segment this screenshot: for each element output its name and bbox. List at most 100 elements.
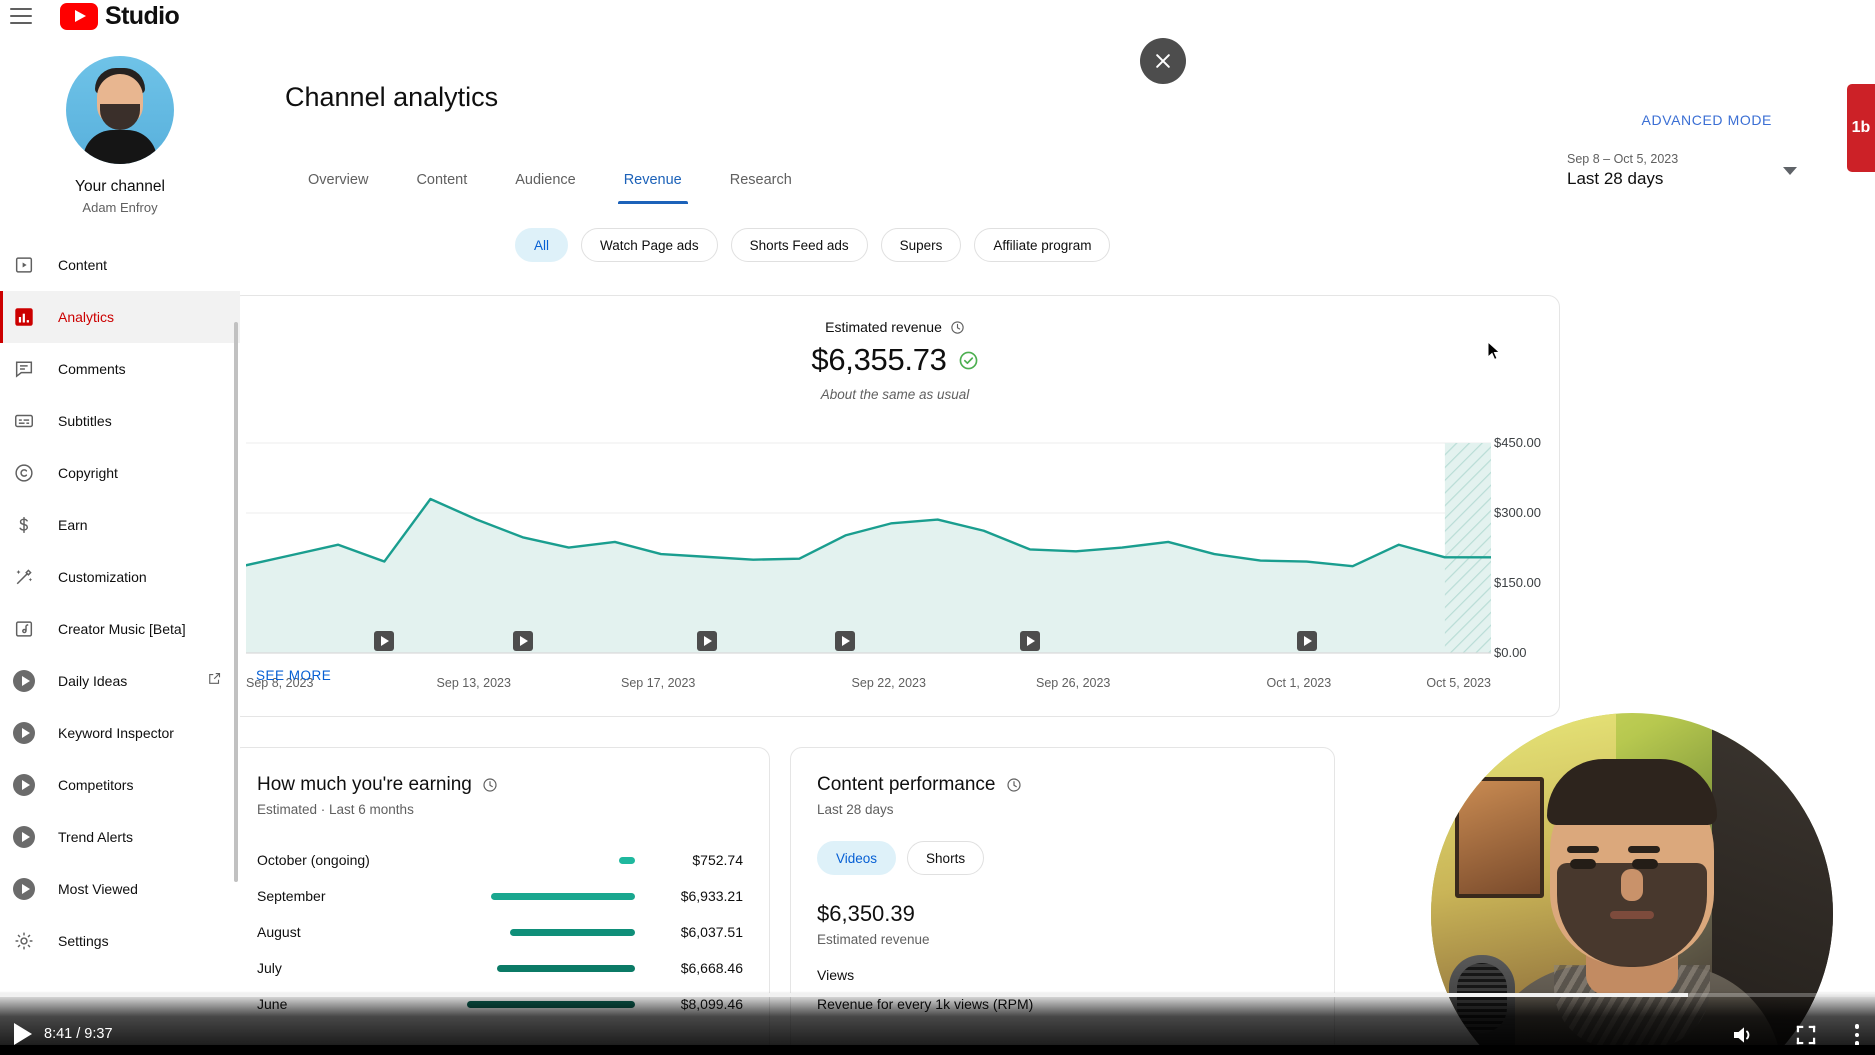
advanced-mode-link[interactable]: ADVANCED MODE bbox=[1642, 112, 1772, 128]
earning-bar-wrap bbox=[457, 928, 647, 936]
studio-wordmark: Studio bbox=[105, 1, 180, 30]
external-link-icon[interactable] bbox=[207, 671, 222, 691]
y-axis-tick: $450.00 bbox=[1494, 435, 1541, 450]
analytics-tabs: Overview Content Audience Revenue Research bbox=[284, 160, 816, 204]
performance-toggle-shorts[interactable]: Shorts bbox=[907, 841, 985, 875]
page-title: Channel analytics bbox=[285, 82, 499, 112]
performance-card-title: Content performance bbox=[817, 774, 996, 795]
earning-value: $6,933.21 bbox=[680, 888, 743, 904]
comments-icon bbox=[12, 357, 36, 381]
sidebar-item-competitors[interactable]: Competitors bbox=[0, 759, 240, 811]
x-axis-tick: Sep 17, 2023 bbox=[621, 676, 696, 690]
clock-icon[interactable] bbox=[1006, 777, 1022, 793]
tubebuddy-side-tab[interactable]: 1b bbox=[1847, 84, 1875, 172]
sidebar-item-label: Competitors bbox=[58, 777, 134, 793]
date-range-main: Last 28 days bbox=[1567, 169, 1664, 188]
sidebar-item-subtitles[interactable]: Subtitles bbox=[0, 395, 240, 447]
play-icon[interactable] bbox=[14, 1023, 32, 1045]
video-marker[interactable] bbox=[374, 631, 395, 651]
tab-revenue[interactable]: Revenue bbox=[600, 160, 706, 204]
channel-block[interactable]: Your channel Adam Enfroy bbox=[0, 32, 240, 225]
sidebar-item-content[interactable]: Content bbox=[0, 239, 240, 291]
sidebar-scrollbar[interactable] bbox=[234, 322, 238, 882]
wand-icon bbox=[12, 565, 36, 589]
performance-revenue-value: $6,350.39 bbox=[817, 901, 915, 926]
progress-fill bbox=[0, 993, 1688, 997]
progress-bar[interactable] bbox=[0, 993, 1875, 997]
clock-icon[interactable] bbox=[950, 320, 965, 335]
youtube-studio-logo[interactable]: Studio bbox=[60, 1, 180, 31]
video-marker[interactable] bbox=[1019, 631, 1040, 651]
filter-chip-all[interactable]: All bbox=[515, 228, 569, 262]
sidebar-item-label: Daily Ideas bbox=[58, 673, 128, 689]
performance-revenue-label: Estimated revenue bbox=[817, 932, 930, 947]
video-marker[interactable] bbox=[1296, 631, 1317, 651]
sidebar-item-most-viewed[interactable]: Most Viewed bbox=[0, 863, 240, 915]
sidebar-item-analytics[interactable]: Analytics bbox=[0, 291, 240, 343]
performance-toggle-videos[interactable]: Videos bbox=[817, 841, 897, 875]
earning-row: October (ongoing) $752.74 bbox=[257, 842, 743, 878]
tab-research[interactable]: Research bbox=[706, 160, 816, 204]
earning-bar bbox=[496, 964, 635, 972]
revenue-area-chart[interactable]: $0.00 $150.00 $300.00 $450.00 Sep 8, 2023 Se… bbox=[244, 431, 1546, 711]
copyright-icon bbox=[12, 461, 36, 485]
player-left-controls: 8:41 / 9:37 bbox=[14, 1023, 113, 1045]
youtube-play-icon bbox=[60, 2, 98, 30]
hamburger-icon[interactable] bbox=[10, 8, 32, 24]
performance-toggles: Videos Shorts bbox=[817, 841, 1308, 875]
subtitles-icon bbox=[12, 409, 36, 433]
chevron-down-icon bbox=[1783, 166, 1797, 175]
sidebar-item-comments[interactable]: Comments bbox=[0, 343, 240, 395]
revenue-filter-chips: All Watch Page ads Shorts Feed ads Supers Af… bbox=[515, 228, 1111, 262]
minimize-icon[interactable] bbox=[1795, 1024, 1817, 1046]
tab-content[interactable]: Content bbox=[392, 160, 491, 204]
earning-row: September $6,933.21 bbox=[257, 878, 743, 914]
see-more-button[interactable]: SEE MORE bbox=[256, 668, 331, 683]
sidebar-item-creator-music-beta[interactable]: Creator Music [Beta] bbox=[0, 603, 240, 655]
filter-chip-watch-page-ads[interactable]: Watch Page ads bbox=[581, 228, 718, 262]
check-circle-icon bbox=[959, 351, 977, 369]
video-marker[interactable] bbox=[697, 631, 718, 651]
sidebar: Your channel Adam Enfroy Content Analytic… bbox=[0, 32, 240, 1055]
earning-bar-wrap bbox=[457, 964, 647, 972]
earning-bar-wrap bbox=[457, 892, 647, 900]
music-icon bbox=[12, 617, 36, 641]
earning-month: July bbox=[257, 960, 282, 976]
sidebar-item-label: Comments bbox=[58, 361, 126, 377]
channel-label: Your channel bbox=[75, 178, 165, 195]
earning-month: August bbox=[257, 924, 301, 940]
volume-icon[interactable] bbox=[1731, 1023, 1757, 1047]
revenue-note: About the same as usual bbox=[820, 387, 970, 402]
sidebar-item-label: Subtitles bbox=[58, 413, 112, 429]
sidebar-item-trend-alerts[interactable]: Trend Alerts bbox=[0, 811, 240, 863]
tubebuddy-icon bbox=[12, 721, 36, 745]
tab-overview[interactable]: Overview bbox=[284, 160, 392, 204]
close-icon[interactable] bbox=[1140, 38, 1186, 84]
clock-icon[interactable] bbox=[482, 777, 498, 793]
earning-bar bbox=[491, 892, 635, 900]
earning-card-title: How much you're earning bbox=[257, 774, 472, 795]
filter-chip-shorts-feed-ads[interactable]: Shorts Feed ads bbox=[730, 228, 868, 262]
video-marker[interactable] bbox=[835, 631, 856, 651]
earning-value: $752.74 bbox=[692, 852, 743, 868]
sidebar-item-label: Earn bbox=[58, 517, 88, 533]
filter-chip-affiliate-program[interactable]: Affiliate program bbox=[974, 228, 1111, 262]
tubebuddy-icon bbox=[12, 669, 36, 693]
tab-audience[interactable]: Audience bbox=[491, 160, 599, 204]
sidebar-item-copyright[interactable]: Copyright bbox=[0, 447, 240, 499]
filter-chip-supers[interactable]: Supers bbox=[880, 228, 962, 262]
revenue-metric-label: Estimated revenue bbox=[825, 319, 942, 335]
date-range-selector[interactable]: Sep 8 – Oct 5, 2023 Last 28 days bbox=[1567, 152, 1797, 189]
sidebar-item-settings[interactable]: Settings bbox=[0, 915, 240, 967]
video-marker[interactable] bbox=[512, 631, 533, 651]
more-vertical-icon[interactable] bbox=[1854, 1024, 1859, 1046]
sidebar-item-daily-ideas[interactable]: Daily Ideas bbox=[0, 655, 240, 707]
sidebar-item-customization[interactable]: Customization bbox=[0, 551, 240, 603]
sidebar-item-earn[interactable]: Earn bbox=[0, 499, 240, 551]
revenue-header: Estimated revenue $6,355.73 About the sa… bbox=[240, 296, 1559, 402]
dollar-icon bbox=[12, 513, 36, 537]
channel-avatar bbox=[66, 56, 174, 164]
revenue-amount: $6,355.73 bbox=[811, 342, 947, 377]
sidebar-item-keyword-inspector[interactable]: Keyword Inspector bbox=[0, 707, 240, 759]
player-bottom-edge bbox=[0, 1045, 1875, 1055]
